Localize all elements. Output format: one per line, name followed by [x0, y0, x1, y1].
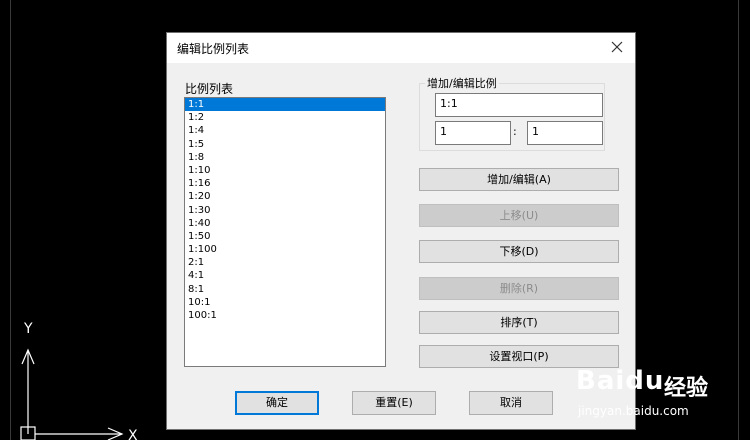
delete-button[interactable]: 删除(R): [419, 277, 619, 300]
scale-list-item[interactable]: 4:1: [185, 269, 385, 282]
scale-list-item[interactable]: 1:16: [185, 177, 385, 190]
cancel-button[interactable]: 取消: [469, 391, 553, 415]
drawing-units-input[interactable]: 1: [527, 121, 603, 145]
paper-units-input[interactable]: 1: [435, 121, 511, 145]
scale-list-item[interactable]: 1:2: [185, 111, 385, 124]
jingyan-text: 经验: [664, 376, 709, 401]
scale-list-item[interactable]: 1:20: [185, 190, 385, 203]
scale-list-item[interactable]: 1:8: [185, 151, 385, 164]
close-icon: [611, 41, 623, 53]
scale-list-item[interactable]: 1:5: [185, 138, 385, 151]
close-button[interactable]: [605, 36, 629, 60]
baidu-jingyan-watermark: Baidu 经验 jingyan.baidu.com: [576, 366, 746, 430]
ucs-icon: Y X: [20, 321, 138, 440]
scale-list-item[interactable]: 1:40: [185, 217, 385, 230]
scale-list-item[interactable]: 1:4: [185, 124, 385, 137]
reset-button[interactable]: 重置(E): [352, 391, 436, 415]
ok-button[interactable]: 确定: [235, 391, 319, 415]
scale-list-item[interactable]: 1:10: [185, 164, 385, 177]
scale-list-item[interactable]: 1:1: [185, 98, 385, 112]
scale-list-item[interactable]: 2:1: [185, 256, 385, 269]
edit-scale-list-dialog: 编辑比例列表 比例列表 1:1 1:2 1:4 1:5 1:8 1:10 1:16 1:20 1…: [166, 32, 636, 430]
scale-list-label: 比例列表: [185, 82, 234, 96]
scale-name-input[interactable]: 1:1: [435, 93, 603, 117]
watermark-url: jingyan.baidu.com: [578, 404, 689, 418]
add-edit-scale-group-label: 增加/编辑比例: [425, 75, 499, 91]
scale-list-item[interactable]: 1:50: [185, 230, 385, 243]
set-viewport-button[interactable]: 设置视口(P): [419, 345, 619, 368]
dialog-title: 编辑比例列表: [177, 42, 250, 56]
ucs-y-label: Y: [23, 321, 33, 337]
ratio-colon: :: [513, 125, 517, 138]
scale-list-item[interactable]: 1:30: [185, 204, 385, 217]
move-down-button[interactable]: 下移(D): [419, 240, 619, 263]
scale-listbox[interactable]: 1:1 1:2 1:4 1:5 1:8 1:10 1:16 1:20 1:30 1:40 1:50 1…: [184, 97, 386, 367]
move-up-button[interactable]: 上移(U): [419, 204, 619, 227]
add-edit-button[interactable]: 增加/编辑(A): [419, 168, 619, 191]
sort-button[interactable]: 排序(T): [419, 311, 619, 334]
scale-list-item[interactable]: 1:100: [185, 243, 385, 256]
scale-list-item[interactable]: 100:1: [185, 309, 385, 322]
scale-list-item[interactable]: 10:1: [185, 296, 385, 309]
title-bar: 编辑比例列表: [167, 33, 635, 63]
scale-list-item[interactable]: 8:1: [185, 283, 385, 296]
ucs-x-label: X: [128, 428, 138, 440]
baidu-logo: Baidu: [576, 366, 665, 396]
